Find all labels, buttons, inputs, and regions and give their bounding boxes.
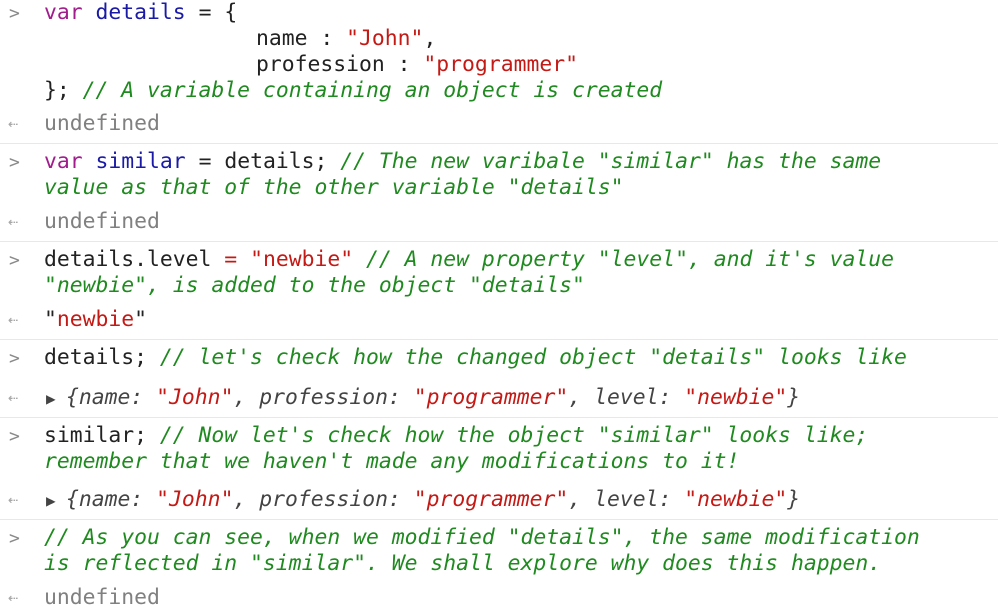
return-arrow-icon: ⇠	[8, 212, 19, 232]
return-arrow-icon: ⇠	[8, 310, 19, 330]
chevron-right-icon: >	[9, 426, 20, 447]
code-line: details.level = "newbie" // A new proper…	[44, 247, 894, 272]
code-line: "newbie", is added to the object "detail…	[44, 273, 585, 298]
divider	[0, 143, 998, 144]
chevron-right-icon: >	[9, 528, 20, 549]
chevron-right-icon: >	[9, 250, 20, 271]
divider	[0, 241, 998, 242]
chevron-right-icon: >	[9, 152, 20, 173]
code-line: name : "John",	[256, 26, 437, 51]
code-line: }; // A variable containing an object is…	[44, 78, 663, 103]
divider	[0, 339, 998, 340]
result-value: undefined	[44, 111, 160, 136]
code-line: is reflected in "similar". We shall expl…	[44, 551, 882, 576]
return-arrow-icon: ⇠	[8, 114, 19, 134]
code-line: profession : "programmer"	[256, 52, 578, 77]
object-preview: {name: "John", profession: "programmer",…	[66, 487, 801, 512]
chevron-right-icon: >	[9, 3, 20, 24]
devtools-console: > var details = { name : "John", profess…	[0, 0, 998, 612]
divider	[0, 519, 998, 520]
result-value: "newbie"	[44, 307, 148, 332]
code-line: var details = {	[44, 0, 238, 25]
code-line: var similar = details; // The new variba…	[44, 149, 882, 174]
chevron-right-icon: >	[9, 348, 20, 369]
code-line: // As you can see, when we modified "det…	[44, 525, 920, 550]
code-line: details; // let's check how the changed …	[44, 345, 907, 370]
disclosure-triangle-icon[interactable]: ▶	[46, 491, 56, 510]
return-arrow-icon: ⇠	[8, 588, 19, 608]
return-arrow-icon: ⇠	[8, 388, 19, 408]
return-arrow-icon: ⇠	[8, 490, 19, 510]
code-line: value as that of the other variable "det…	[44, 175, 624, 200]
result-value: undefined	[44, 209, 160, 234]
divider	[0, 417, 998, 418]
code-line: remember that we haven't made any modifi…	[44, 449, 740, 474]
object-preview: {name: "John", profession: "programmer",…	[66, 385, 801, 410]
result-value: undefined	[44, 585, 160, 610]
code-line: similar; // Now let's check how the obje…	[44, 423, 869, 448]
disclosure-triangle-icon[interactable]: ▶	[46, 389, 56, 408]
